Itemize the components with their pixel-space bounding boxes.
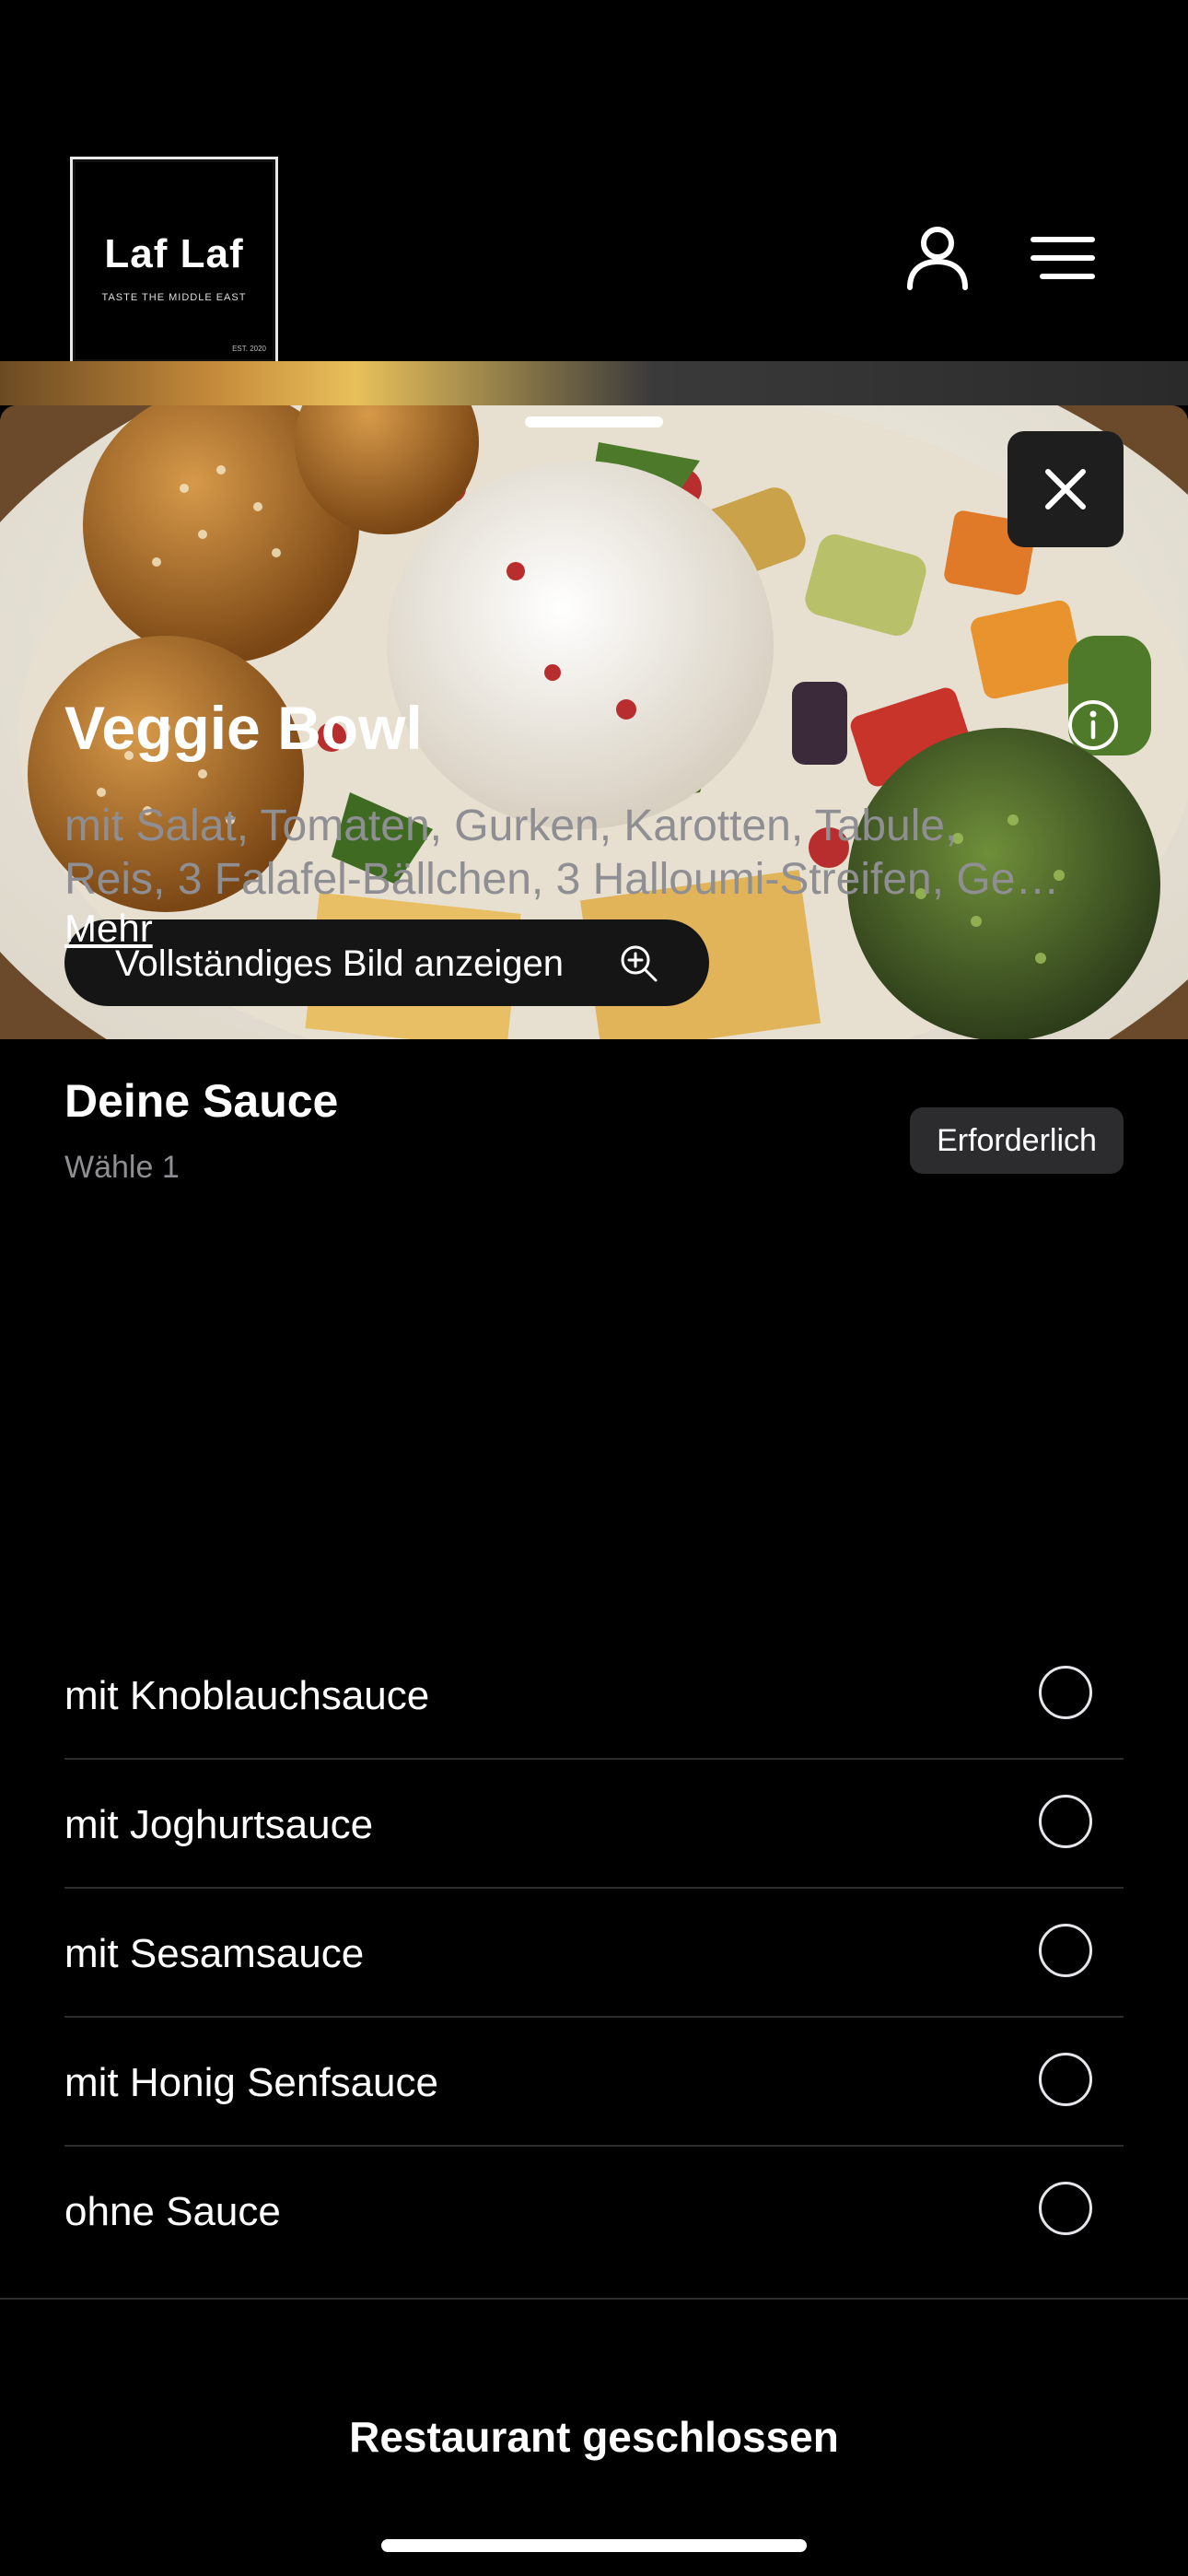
restaurant-closed-label: Restaurant geschlossen <box>349 2413 839 2461</box>
sauce-section-subtitle: Wähle 1 <box>64 1150 180 1185</box>
close-button[interactable] <box>1007 431 1124 547</box>
item-title: Veggie Bowl <box>64 694 423 762</box>
sauce-option[interactable]: mit Honig Senfsauce <box>64 2018 1124 2147</box>
close-icon <box>1045 469 1086 509</box>
zoom-in-icon <box>621 945 658 982</box>
item-description: mit Salat, Tomaten, Gurken, Karotten, Ta… <box>64 800 1124 907</box>
sauce-option[interactable]: ohne Sauce <box>64 2147 1124 2276</box>
sauce-option-label: ohne Sauce <box>64 2189 281 2234</box>
sauce-section-title: Deine Sauce <box>64 1075 339 1127</box>
sauce-option[interactable]: mit Joghurtsauce <box>64 1760 1124 1889</box>
required-badge: Erforderlich <box>910 1107 1124 1174</box>
radio-button[interactable] <box>1039 1924 1092 1977</box>
sauce-option-label: mit Knoblauchsauce <box>64 1673 430 1718</box>
radio-button[interactable] <box>1039 1795 1092 1848</box>
person-icon[interactable] <box>901 221 974 295</box>
app-header: Laf Laf TASTE THE MIDDLE EAST EST. 2020 <box>0 0 1188 365</box>
sauce-option[interactable]: mit Knoblauchsauce <box>64 1631 1124 1760</box>
laflaf-logo[interactable]: Laf Laf TASTE THE MIDDLE EAST EST. 2020 <box>70 157 278 365</box>
info-icon[interactable] <box>1066 698 1120 752</box>
footer-divider <box>0 2298 1188 2300</box>
view-full-image-button[interactable]: Vollständiges Bild anzeigen <box>64 919 709 1006</box>
radio-button[interactable] <box>1039 2182 1092 2235</box>
background-food-strip <box>0 361 1188 405</box>
logo-text: Laf Laf <box>104 231 244 276</box>
sheet-grabber[interactable] <box>525 416 663 427</box>
view-full-image-label: Vollständiges Bild anzeigen <box>115 943 565 984</box>
radio-button[interactable] <box>1039 1666 1092 1719</box>
more-link[interactable]: Mehr <box>64 907 153 951</box>
home-indicator[interactable] <box>381 2539 807 2552</box>
sauce-option[interactable]: mit Sesamsauce <box>64 1889 1124 2018</box>
sauce-option-label: mit Sesamsauce <box>64 1931 365 1976</box>
hamburger-menu-icon[interactable] <box>1026 221 1100 295</box>
radio-button[interactable] <box>1039 2053 1092 2106</box>
sauce-option-label: mit Honig Senfsauce <box>64 2060 438 2105</box>
description-line-1: mit Salat, Tomaten, Gurken, Karotten, Ta… <box>64 802 958 850</box>
logo-tagline: TASTE THE MIDDLE EAST <box>101 292 247 303</box>
description-line-2: Reis, 3 Falafel-Bällchen, 3 Halloumi-Str… <box>64 855 1060 904</box>
sauce-option-label: mit Joghurtsauce <box>64 1802 374 1847</box>
sauce-options-list: mit Knoblauchsauce mit Joghurtsauce mit … <box>64 1631 1124 2276</box>
logo-est: EST. 2020 <box>232 345 266 353</box>
